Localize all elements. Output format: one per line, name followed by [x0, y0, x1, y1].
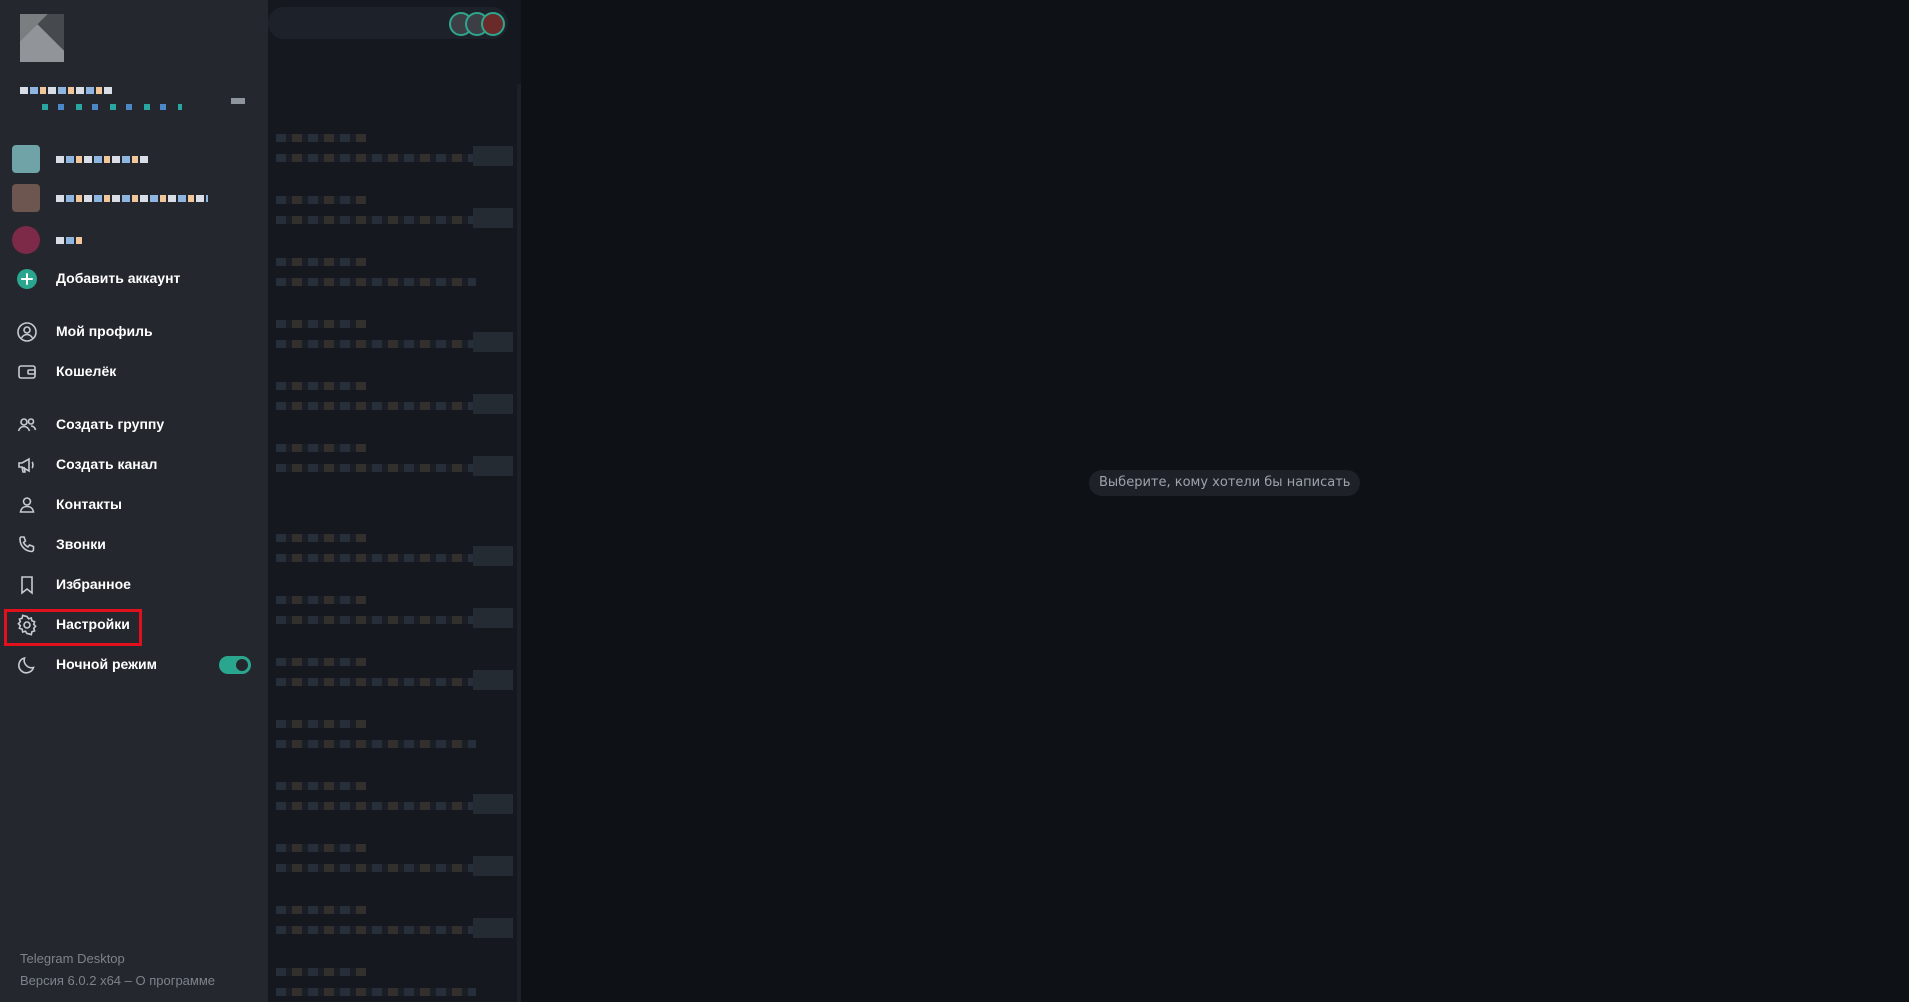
select-chat-hint: Выберите, кому хотели бы написать — [1089, 470, 1361, 496]
menu-item-calls[interactable]: Звонки — [0, 524, 268, 564]
add-account-label: Добавить аккаунт — [56, 270, 181, 286]
account-name — [56, 237, 84, 244]
menu-item-create-channel[interactable]: Создать канал — [0, 444, 268, 484]
chat-list-item[interactable] — [268, 368, 513, 428]
add-account-button[interactable]: Добавить аккаунт — [0, 258, 268, 298]
stories-avatars[interactable] — [449, 10, 511, 40]
menu-item-label: Звонки — [56, 536, 106, 552]
menu-item-label: Ночной режим — [56, 656, 157, 672]
chat-list-item[interactable] — [268, 306, 513, 366]
side-menu-drawer: Добавить аккаунт Мой профиль Кошелёк Соз… — [0, 0, 268, 1002]
chat-list-item[interactable] — [268, 830, 513, 890]
story-avatar[interactable] — [481, 12, 505, 36]
chat-list-item[interactable] — [268, 768, 513, 828]
chat-list-item[interactable] — [268, 182, 513, 242]
avatar — [12, 226, 40, 254]
moon-icon — [16, 654, 38, 676]
menu-item-contacts[interactable]: Контакты — [0, 484, 268, 524]
menu-item-label: Кошелёк — [56, 363, 117, 379]
version-about-link[interactable]: Версия 6.0.2 x64 – О программе — [20, 973, 215, 988]
account-row[interactable] — [0, 220, 268, 260]
menu-item-label: Создать группу — [56, 416, 165, 432]
menu-item-create-group[interactable]: Создать группу — [0, 404, 268, 444]
chat-list-item[interactable] — [268, 120, 513, 180]
users-icon — [16, 414, 38, 436]
menu-item-my-profile[interactable]: Мой профиль — [0, 311, 268, 351]
menu-item-label: Мой профиль — [56, 323, 153, 339]
chat-list-scrollbar — [517, 84, 521, 1002]
menu-item-label: Избранное — [56, 576, 131, 592]
user-icon — [16, 494, 38, 516]
account-name — [56, 156, 148, 163]
menu-item-label: Создать канал — [56, 456, 158, 472]
chat-list-item[interactable] — [268, 244, 513, 304]
chat-list-item[interactable] — [268, 892, 513, 952]
account-name — [56, 195, 208, 202]
menu-item-label: Контакты — [56, 496, 123, 512]
chat-list-item[interactable] — [268, 706, 513, 766]
chat-list-item[interactable] — [268, 954, 513, 1002]
menu-item-saved[interactable]: Избранное — [0, 564, 268, 604]
account-row[interactable] — [0, 139, 268, 179]
bookmark-icon — [16, 574, 38, 596]
app-name: Telegram Desktop — [20, 951, 125, 966]
wallet-icon — [16, 361, 38, 383]
settings-highlight-outline — [4, 609, 142, 646]
chevron-down-icon[interactable] — [231, 98, 245, 104]
user-circle-icon — [16, 321, 38, 343]
account-phone — [42, 104, 182, 110]
avatar — [12, 184, 40, 212]
phone-icon — [16, 534, 38, 556]
avatar — [12, 145, 40, 173]
account-name — [20, 87, 112, 94]
plus-circle-icon — [16, 268, 38, 290]
avatar[interactable] — [20, 14, 64, 62]
chat-list-item[interactable] — [268, 644, 513, 704]
night-mode-toggle[interactable] — [219, 656, 251, 674]
account-row[interactable] — [0, 178, 268, 218]
chat-list-item[interactable] — [268, 582, 513, 642]
chat-list-item[interactable] — [268, 520, 513, 580]
toggle-knob — [234, 657, 250, 673]
menu-item-wallet[interactable]: Кошелёк — [0, 351, 268, 391]
megaphone-icon — [16, 454, 38, 476]
chat-list-item[interactable] — [268, 430, 513, 490]
